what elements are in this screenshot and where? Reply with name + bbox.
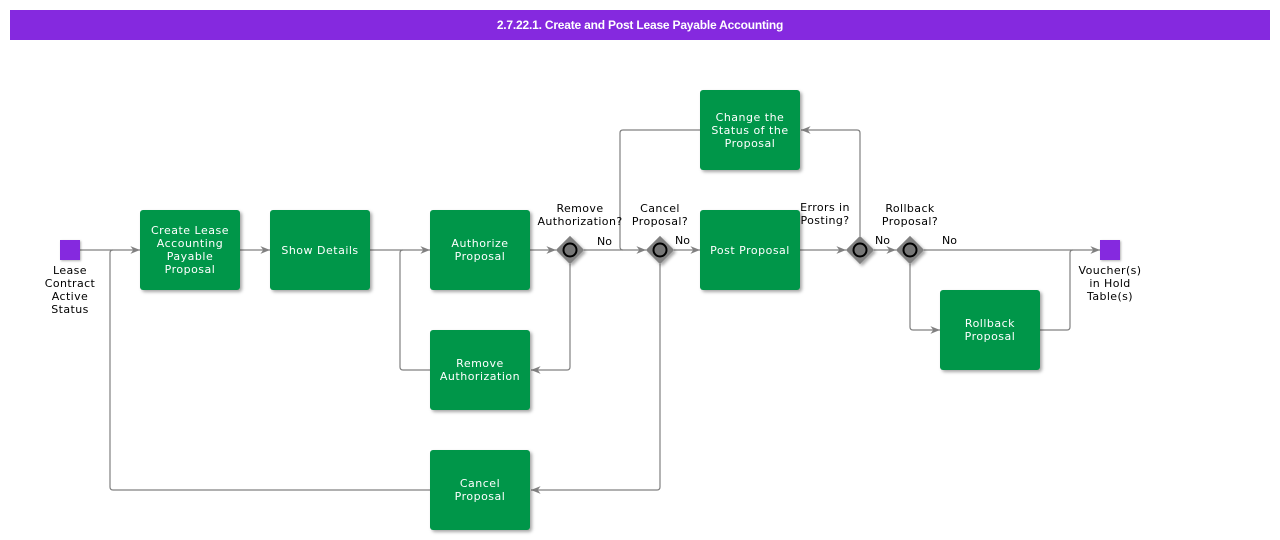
gateway-label-rollback-proposal: Rollback Proposal?	[881, 202, 939, 228]
task-authorize-proposal[interactable]: Authorize Proposal	[430, 210, 530, 290]
task-change-status[interactable]: Change the Status of the Proposal	[700, 90, 800, 170]
gateway-remove-authorization	[555, 235, 585, 265]
flow-label-rollback-no: No	[942, 234, 957, 247]
task-create-proposal[interactable]: Create Lease Accounting Payable Proposal	[140, 210, 240, 290]
gateway-label-cancel-proposal: Cancel Proposal?	[631, 202, 689, 228]
gateway-label-errors-in-posting: Errors in Posting?	[800, 201, 850, 227]
flow-remove-gw-yes	[530, 264, 571, 374]
gateway-label-remove-authorization: Remove Authorization?	[537, 202, 623, 228]
end-event-label: Voucher(s) in Hold Table(s)	[1078, 264, 1142, 303]
end-event[interactable]	[1100, 240, 1120, 260]
flow-label-errors-no: No	[875, 234, 890, 247]
task-rollback-proposal[interactable]: Rollback Proposal	[940, 290, 1040, 370]
gateway-cancel-proposal	[645, 235, 675, 265]
task-cancel-proposal[interactable]: Cancel Proposal	[430, 450, 530, 530]
start-event[interactable]	[60, 240, 80, 260]
flow-rollback-yes	[909, 264, 941, 334]
gateway-errors-in-posting	[845, 235, 875, 265]
flow-label-cancel-no: No	[675, 234, 690, 247]
task-show-details[interactable]: Show Details	[270, 210, 370, 290]
flow-remove-auth-back	[399, 249, 430, 371]
task-post-proposal[interactable]: Post Proposal	[700, 210, 800, 290]
flow-change-status-back	[619, 129, 700, 251]
start-event-label: Lease Contract Active Status	[44, 264, 96, 316]
task-remove-authorization[interactable]: Remove Authorization	[430, 330, 530, 410]
flow-label-remove-no: No	[597, 235, 612, 248]
flow-cancel-gw-yes	[530, 264, 661, 494]
gateway-rollback-proposal	[895, 235, 925, 265]
